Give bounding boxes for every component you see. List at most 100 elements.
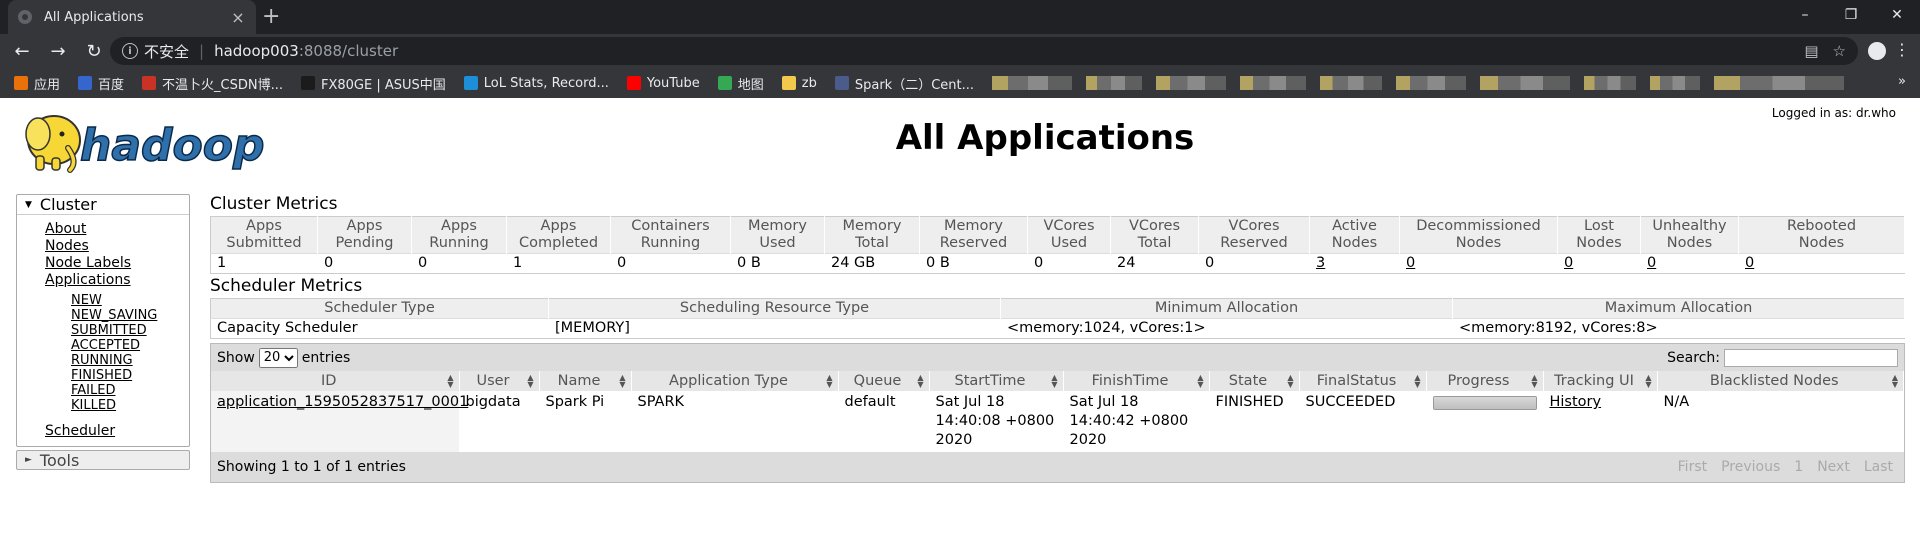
nodes-count-link[interactable]: 0 (1647, 255, 1656, 271)
metric-header-line2: Nodes (1331, 235, 1378, 251)
sidebar-item-about[interactable]: About (45, 221, 189, 238)
blurred-bookmark[interactable] (1320, 76, 1383, 90)
cell-type: SPARK (631, 391, 839, 452)
bookmarks-overflow-icon[interactable]: » (1898, 74, 1906, 89)
column-header[interactable]: Blacklisted Nodes ▲ ▼ (1657, 371, 1904, 391)
column-header[interactable]: Queue ▲ ▼ (838, 371, 930, 391)
column-header[interactable]: Application Type ▲ ▼ (631, 371, 839, 391)
sort-icon: ▲ ▼ (1891, 373, 1898, 389)
forward-icon[interactable]: → (44, 37, 72, 65)
column-header[interactable]: ID ▲ ▼ (211, 371, 460, 391)
browser-tab[interactable]: All Applications × (8, 0, 256, 34)
blurred-bookmark[interactable] (1396, 76, 1467, 90)
browser-menu-icon[interactable]: ⋮ (1894, 40, 1910, 59)
bookmark-item[interactable]: 百度 (78, 74, 124, 93)
sidebar-item-nodes[interactable]: Nodes (45, 238, 189, 255)
column-header[interactable]: Name ▲ ▼ (539, 371, 632, 391)
back-icon[interactable]: ← (8, 37, 36, 65)
restore-button[interactable]: ❐ (1828, 0, 1874, 30)
metric-value: 0 B (730, 253, 825, 274)
app-state-submitted[interactable]: SUBMITTED (71, 323, 189, 338)
pager-last[interactable]: Last (1859, 459, 1898, 475)
bookmark-item[interactable]: zb (781, 75, 817, 91)
sidebar-item-node-labels[interactable]: Node Labels (45, 255, 189, 272)
column-header[interactable]: Progress ▲ ▼ (1426, 371, 1544, 391)
metric-header-line1: VCores (1128, 218, 1181, 234)
applications-body: application_1595052837517_0001 bigdata Spa… (211, 391, 1904, 452)
browser-toolbar: ← → ↻ i 不安全 | hadoop003 :8088/cluster ▤ … (0, 34, 1920, 68)
address-bar[interactable]: i 不安全 | hadoop003 :8088/cluster ▤ ☆ (110, 37, 1858, 65)
app-state-failed[interactable]: FAILED (71, 383, 189, 398)
pager-previous[interactable]: Previous (1716, 459, 1785, 475)
bookmark-item[interactable]: LoL Stats, Record... (463, 76, 609, 91)
blurred-bookmark[interactable] (1156, 76, 1227, 90)
app-state-accepted[interactable]: ACCEPTED (71, 338, 189, 353)
profile-avatar-icon[interactable] (1868, 42, 1886, 60)
bookmark-star-icon[interactable]: ☆ (1833, 42, 1846, 60)
blurred-bookmark[interactable] (1086, 76, 1143, 90)
nodes-count-link[interactable]: 0 (1564, 255, 1573, 271)
app-state-new[interactable]: NEW (71, 293, 189, 308)
bookmark-label: Spark（二）Cent... (854, 77, 975, 93)
column-header[interactable]: State ▲ ▼ (1209, 371, 1300, 391)
bookmark-item[interactable]: FX80GE | ASUS中国 (301, 74, 446, 93)
nodes-count-link[interactable]: 3 (1316, 255, 1325, 271)
blurred-bookmark[interactable] (1480, 76, 1571, 90)
blurred-bookmark[interactable] (1650, 76, 1701, 90)
application-id-link[interactable]: application_1595052837517_0001 (217, 394, 468, 410)
bookmark-item[interactable]: 不温卜火_CSDN博... (142, 74, 283, 93)
bookmark-item[interactable]: 地图 (717, 74, 764, 93)
blurred-bookmark[interactable] (1714, 76, 1845, 90)
metric-value: 0 (1399, 253, 1558, 274)
app-state-killed[interactable]: KILLED (71, 398, 189, 413)
page-size-select[interactable]: 20 (258, 347, 298, 368)
sidebar-item-scheduler[interactable]: Scheduler (45, 423, 189, 440)
bookmark-label: zb (801, 75, 817, 91)
column-header-label: Name (557, 373, 601, 389)
new-tab-button[interactable]: + (262, 4, 280, 29)
bookmark-item[interactable]: YouTube (626, 76, 700, 91)
tracking-ui-link[interactable]: History (1550, 394, 1602, 410)
column-header[interactable]: Tracking UI ▲ ▼ (1543, 371, 1658, 391)
reload-icon[interactable]: ↻ (80, 37, 108, 65)
column-header[interactable]: FinishTime ▲ ▼ (1063, 371, 1210, 391)
info-icon[interactable]: i (122, 43, 138, 59)
app-state-new-saving[interactable]: NEW_SAVING (71, 308, 189, 323)
window-close-button[interactable]: ✕ (1874, 0, 1920, 30)
cell-finish: Sat Jul 18 14:40:42 +0800 2020 (1063, 391, 1210, 452)
bookmark-item[interactable]: 应用 (14, 74, 60, 93)
metric-header: Lost Nodes (1557, 216, 1641, 254)
blurred-bookmark[interactable] (992, 76, 1073, 90)
column-header[interactable]: FinalStatus ▲ ▼ (1299, 371, 1427, 391)
blurred-bookmark[interactable] (1584, 76, 1637, 90)
app-state-running[interactable]: RUNNING (71, 353, 189, 368)
tools-header[interactable]: ► Tools (16, 450, 190, 470)
scheduler-value: <memory:8192, vCores:8> (1452, 318, 1905, 339)
metric-value: 1 (210, 253, 318, 274)
collapsed-arrow-icon: ► (25, 455, 32, 465)
progress-bar (1432, 396, 1537, 410)
translate-icon[interactable]: ▤ (1804, 42, 1818, 60)
column-header[interactable]: StartTime ▲ ▼ (929, 371, 1064, 391)
cell-id: application_1595052837517_0001 (211, 391, 468, 452)
bookmark-item[interactable]: Spark（二）Cent... (834, 74, 975, 93)
sidebar-item-applications[interactable]: Applications (45, 272, 189, 289)
cluster-metrics-title: Cluster Metrics (210, 194, 338, 214)
pager-1[interactable]: 1 (1789, 459, 1808, 475)
close-tab-icon[interactable]: × (230, 8, 246, 27)
applications-header-row: ID ▲ ▼ User ▲ ▼ Name ▲ ▼ Application Type ▲ ▼ Queue ▲… (211, 371, 1904, 391)
metric-header: VCores Reserved (1198, 216, 1310, 254)
pager-next[interactable]: Next (1812, 459, 1855, 475)
search-input[interactable] (1724, 348, 1898, 367)
app-state-finished[interactable]: FINISHED (71, 368, 189, 383)
nodes-count-link[interactable]: 0 (1745, 255, 1754, 271)
pager-first[interactable]: First (1673, 459, 1712, 475)
cluster-header[interactable]: ▼ Cluster (17, 195, 189, 215)
scheduler-value: Capacity Scheduler (210, 318, 549, 339)
column-header[interactable]: User ▲ ▼ (459, 371, 540, 391)
blurred-bookmark[interactable] (1240, 76, 1307, 90)
metric-header-line1: Apps (540, 218, 577, 234)
minimize-button[interactable]: – (1782, 0, 1828, 30)
nodes-count-link[interactable]: 0 (1406, 255, 1415, 271)
metric-header: Apps Completed (506, 216, 611, 254)
